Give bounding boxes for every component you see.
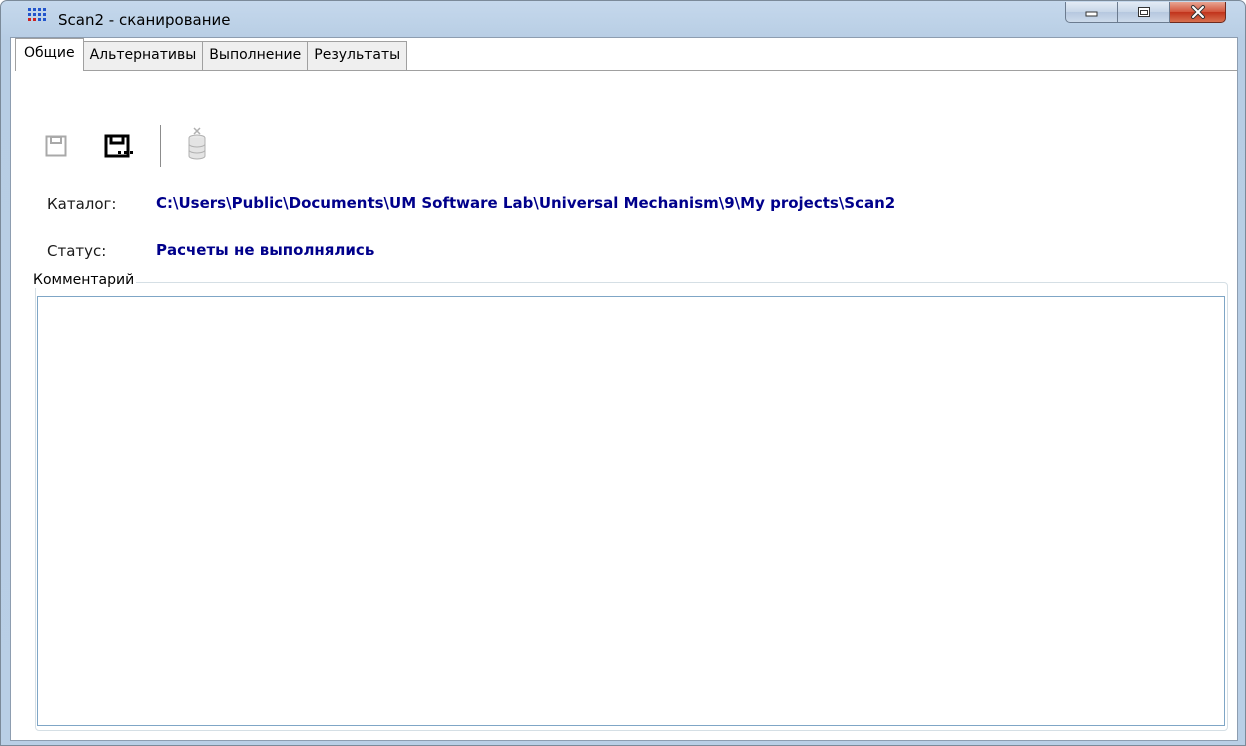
tab-alternatives[interactable]: Альтернативы bbox=[82, 41, 204, 70]
catalog-label: Каталог: bbox=[47, 195, 117, 213]
tab-results[interactable]: Результаты bbox=[307, 41, 408, 70]
tab-page-border bbox=[16, 70, 1237, 71]
title-bar[interactable]: Scan2 - сканирование bbox=[1, 1, 1245, 37]
tab-execution[interactable]: Выполнение bbox=[202, 41, 309, 70]
app-grid-icon bbox=[28, 8, 46, 21]
minimize-icon bbox=[1085, 11, 1097, 17]
minimize-button[interactable] bbox=[1065, 2, 1118, 23]
restore-icon bbox=[1137, 6, 1150, 17]
tab-general[interactable]: Общие bbox=[15, 38, 84, 71]
status-label: Статус: bbox=[47, 242, 107, 260]
save-as-icon[interactable] bbox=[104, 134, 140, 160]
toolbar-separator bbox=[160, 125, 161, 167]
tab-strip: Общие Альтернативы Выполнение Результаты bbox=[15, 38, 408, 71]
status-value: Расчеты не выполнялись bbox=[156, 241, 375, 259]
close-icon bbox=[1190, 5, 1205, 19]
maximize-button[interactable] bbox=[1118, 2, 1170, 23]
save-icon[interactable] bbox=[44, 134, 68, 158]
comment-group-label: Комментарий bbox=[33, 272, 137, 288]
close-button[interactable] bbox=[1170, 2, 1226, 23]
clear-database-icon[interactable] bbox=[186, 126, 208, 162]
comment-text-area[interactable] bbox=[37, 296, 1225, 726]
window-title: Scan2 - сканирование bbox=[58, 11, 231, 29]
catalog-path-value: C:\Users\Public\Documents\UM Software La… bbox=[156, 194, 896, 212]
